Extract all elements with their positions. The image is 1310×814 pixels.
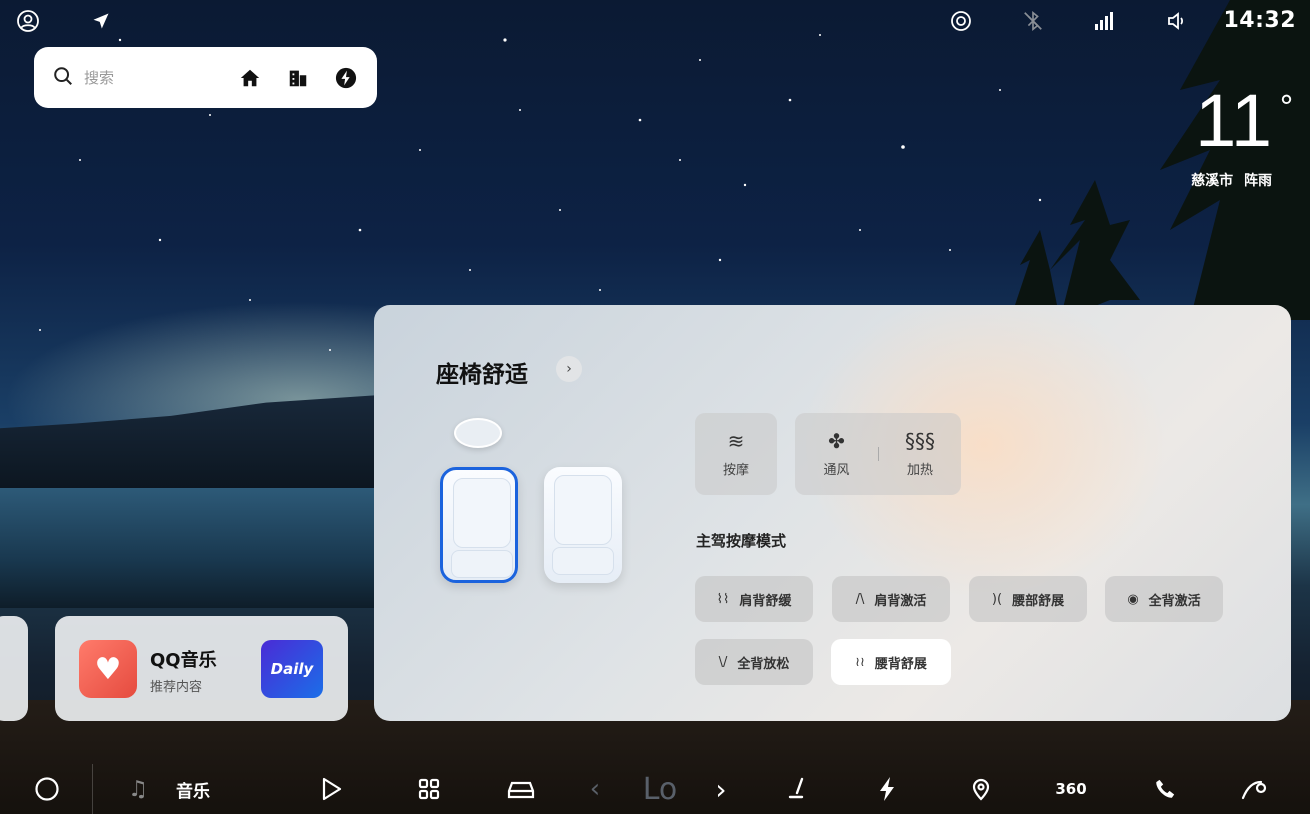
- mode-label: 全背放松: [737, 656, 790, 672]
- qq-music-logo-icon: ♥: [79, 640, 137, 698]
- app-grid-icon[interactable]: [412, 764, 446, 814]
- heating-label: 加热: [906, 462, 933, 478]
- degree-symbol: °: [1279, 90, 1294, 125]
- mode-label: 全背激活: [1148, 593, 1201, 609]
- mode-label: 腰部舒展: [1012, 593, 1065, 609]
- wave-icon: ⌇⌇: [716, 591, 730, 607]
- brackets-icon: )(: [991, 591, 1003, 607]
- massage-button[interactable]: ≋ 按摩: [695, 413, 777, 495]
- previous-card[interactable]: [0, 616, 28, 721]
- charging-station-icon[interactable]: [333, 65, 359, 91]
- heat-icon: §§§: [905, 428, 935, 453]
- weather-location: 慈溪市: [1191, 173, 1234, 189]
- steering-icon[interactable]: [1236, 764, 1272, 814]
- chevron-right-icon[interactable]: ›: [556, 356, 582, 382]
- mode-shoulder-activate[interactable]: /\ 肩背激活: [832, 576, 950, 622]
- mode-waist-stretch[interactable]: )( 腰部舒展: [969, 576, 1087, 622]
- seat-icon[interactable]: [780, 764, 814, 814]
- fan-icon: ✤: [828, 428, 845, 453]
- passenger-seat[interactable]: [544, 467, 622, 583]
- music-subtitle: 推荐内容: [150, 680, 203, 695]
- search-icon: [52, 65, 74, 91]
- play-icon[interactable]: [314, 764, 348, 814]
- ventilation-label: 通风: [823, 462, 850, 478]
- music-label[interactable]: 音乐: [168, 764, 218, 814]
- mode-label: 腰背舒展: [874, 656, 927, 672]
- music-note-icon: ♫: [128, 776, 148, 802]
- massage-label: 按摩: [722, 462, 749, 478]
- search-input[interactable]: 搜索: [84, 67, 215, 88]
- chevron-right-icon[interactable]: ›: [708, 764, 734, 814]
- office-building-icon[interactable]: [285, 65, 311, 91]
- lightning-icon[interactable]: [872, 764, 904, 814]
- ventilation-button[interactable]: ✤ 通风: [795, 431, 878, 478]
- massage-icon: ≋: [727, 428, 745, 453]
- qq-music-card[interactable]: ♥ QQ音乐 推荐内容 Daily: [55, 616, 348, 721]
- camera-360-icon[interactable]: 360: [1050, 764, 1092, 814]
- hvac-level: Lo: [642, 771, 678, 807]
- mode-label: 肩背舒缓: [739, 593, 792, 609]
- lake: [0, 488, 380, 608]
- car-icon[interactable]: [502, 764, 540, 814]
- map-pin-icon[interactable]: [964, 764, 998, 814]
- daily-playlist-tile[interactable]: Daily: [261, 640, 323, 698]
- mode-label: 肩背激活: [874, 593, 927, 609]
- search-bar[interactable]: 搜索: [34, 47, 377, 108]
- massage-mode-title: 主驾按摩模式: [696, 532, 787, 550]
- squiggle-icon: ≀≀: [855, 654, 865, 670]
- mode-shoulder-soothe[interactable]: ⌇⌇ 肩背舒缓: [695, 576, 813, 622]
- target-icon[interactable]: [948, 8, 974, 34]
- volume-icon[interactable]: [1164, 8, 1190, 34]
- clock: 14:32: [1223, 8, 1296, 33]
- bottom-dock: ♫ 音乐 ‹ Lo › 360: [0, 764, 1310, 814]
- valley-icon: \/: [718, 654, 728, 670]
- steering-wheel-icon: [454, 418, 502, 448]
- mode-full-back-relax[interactable]: \/ 全背放松: [695, 639, 813, 685]
- heating-button[interactable]: §§§ 加热: [879, 431, 961, 478]
- mode-full-back-activate[interactable]: ◉ 全背激活: [1105, 576, 1223, 622]
- home-circle-icon[interactable]: [30, 764, 64, 814]
- driver-seat[interactable]: [440, 467, 518, 583]
- phone-icon[interactable]: [1150, 764, 1180, 814]
- temperature: 11: [1195, 79, 1272, 162]
- dot-circle-icon: ◉: [1127, 591, 1139, 607]
- weather-condition: 阵雨: [1244, 173, 1272, 189]
- signal-icon: [1092, 8, 1118, 34]
- bluetooth-off-icon[interactable]: [1020, 8, 1046, 34]
- chevron-left-icon[interactable]: ‹: [582, 764, 608, 814]
- status-bar: 14:32: [0, 0, 1310, 44]
- weather-widget[interactable]: 11 ° 慈溪市 阵雨: [1191, 84, 1294, 190]
- mode-back-stretch[interactable]: ≀≀ 腰背舒展: [831, 639, 951, 685]
- user-icon[interactable]: [15, 8, 41, 34]
- vent-heat-group: ✤ 通风 §§§ 加热: [795, 413, 961, 495]
- dock-divider: [92, 764, 93, 814]
- location-arrow-icon[interactable]: [88, 8, 114, 34]
- peak-icon: /\: [855, 591, 865, 607]
- music-app-name: QQ音乐: [150, 650, 217, 671]
- seat-comfort-panel: 座椅舒适 › ≋ 按摩 ✤ 通风 §§§ 加热 主驾按摩模式 ⌇⌇ 肩背舒缓 /…: [374, 305, 1291, 721]
- panel-title: 座椅舒适: [436, 362, 528, 388]
- home-icon[interactable]: [237, 65, 263, 91]
- distant-hills: [0, 395, 380, 490]
